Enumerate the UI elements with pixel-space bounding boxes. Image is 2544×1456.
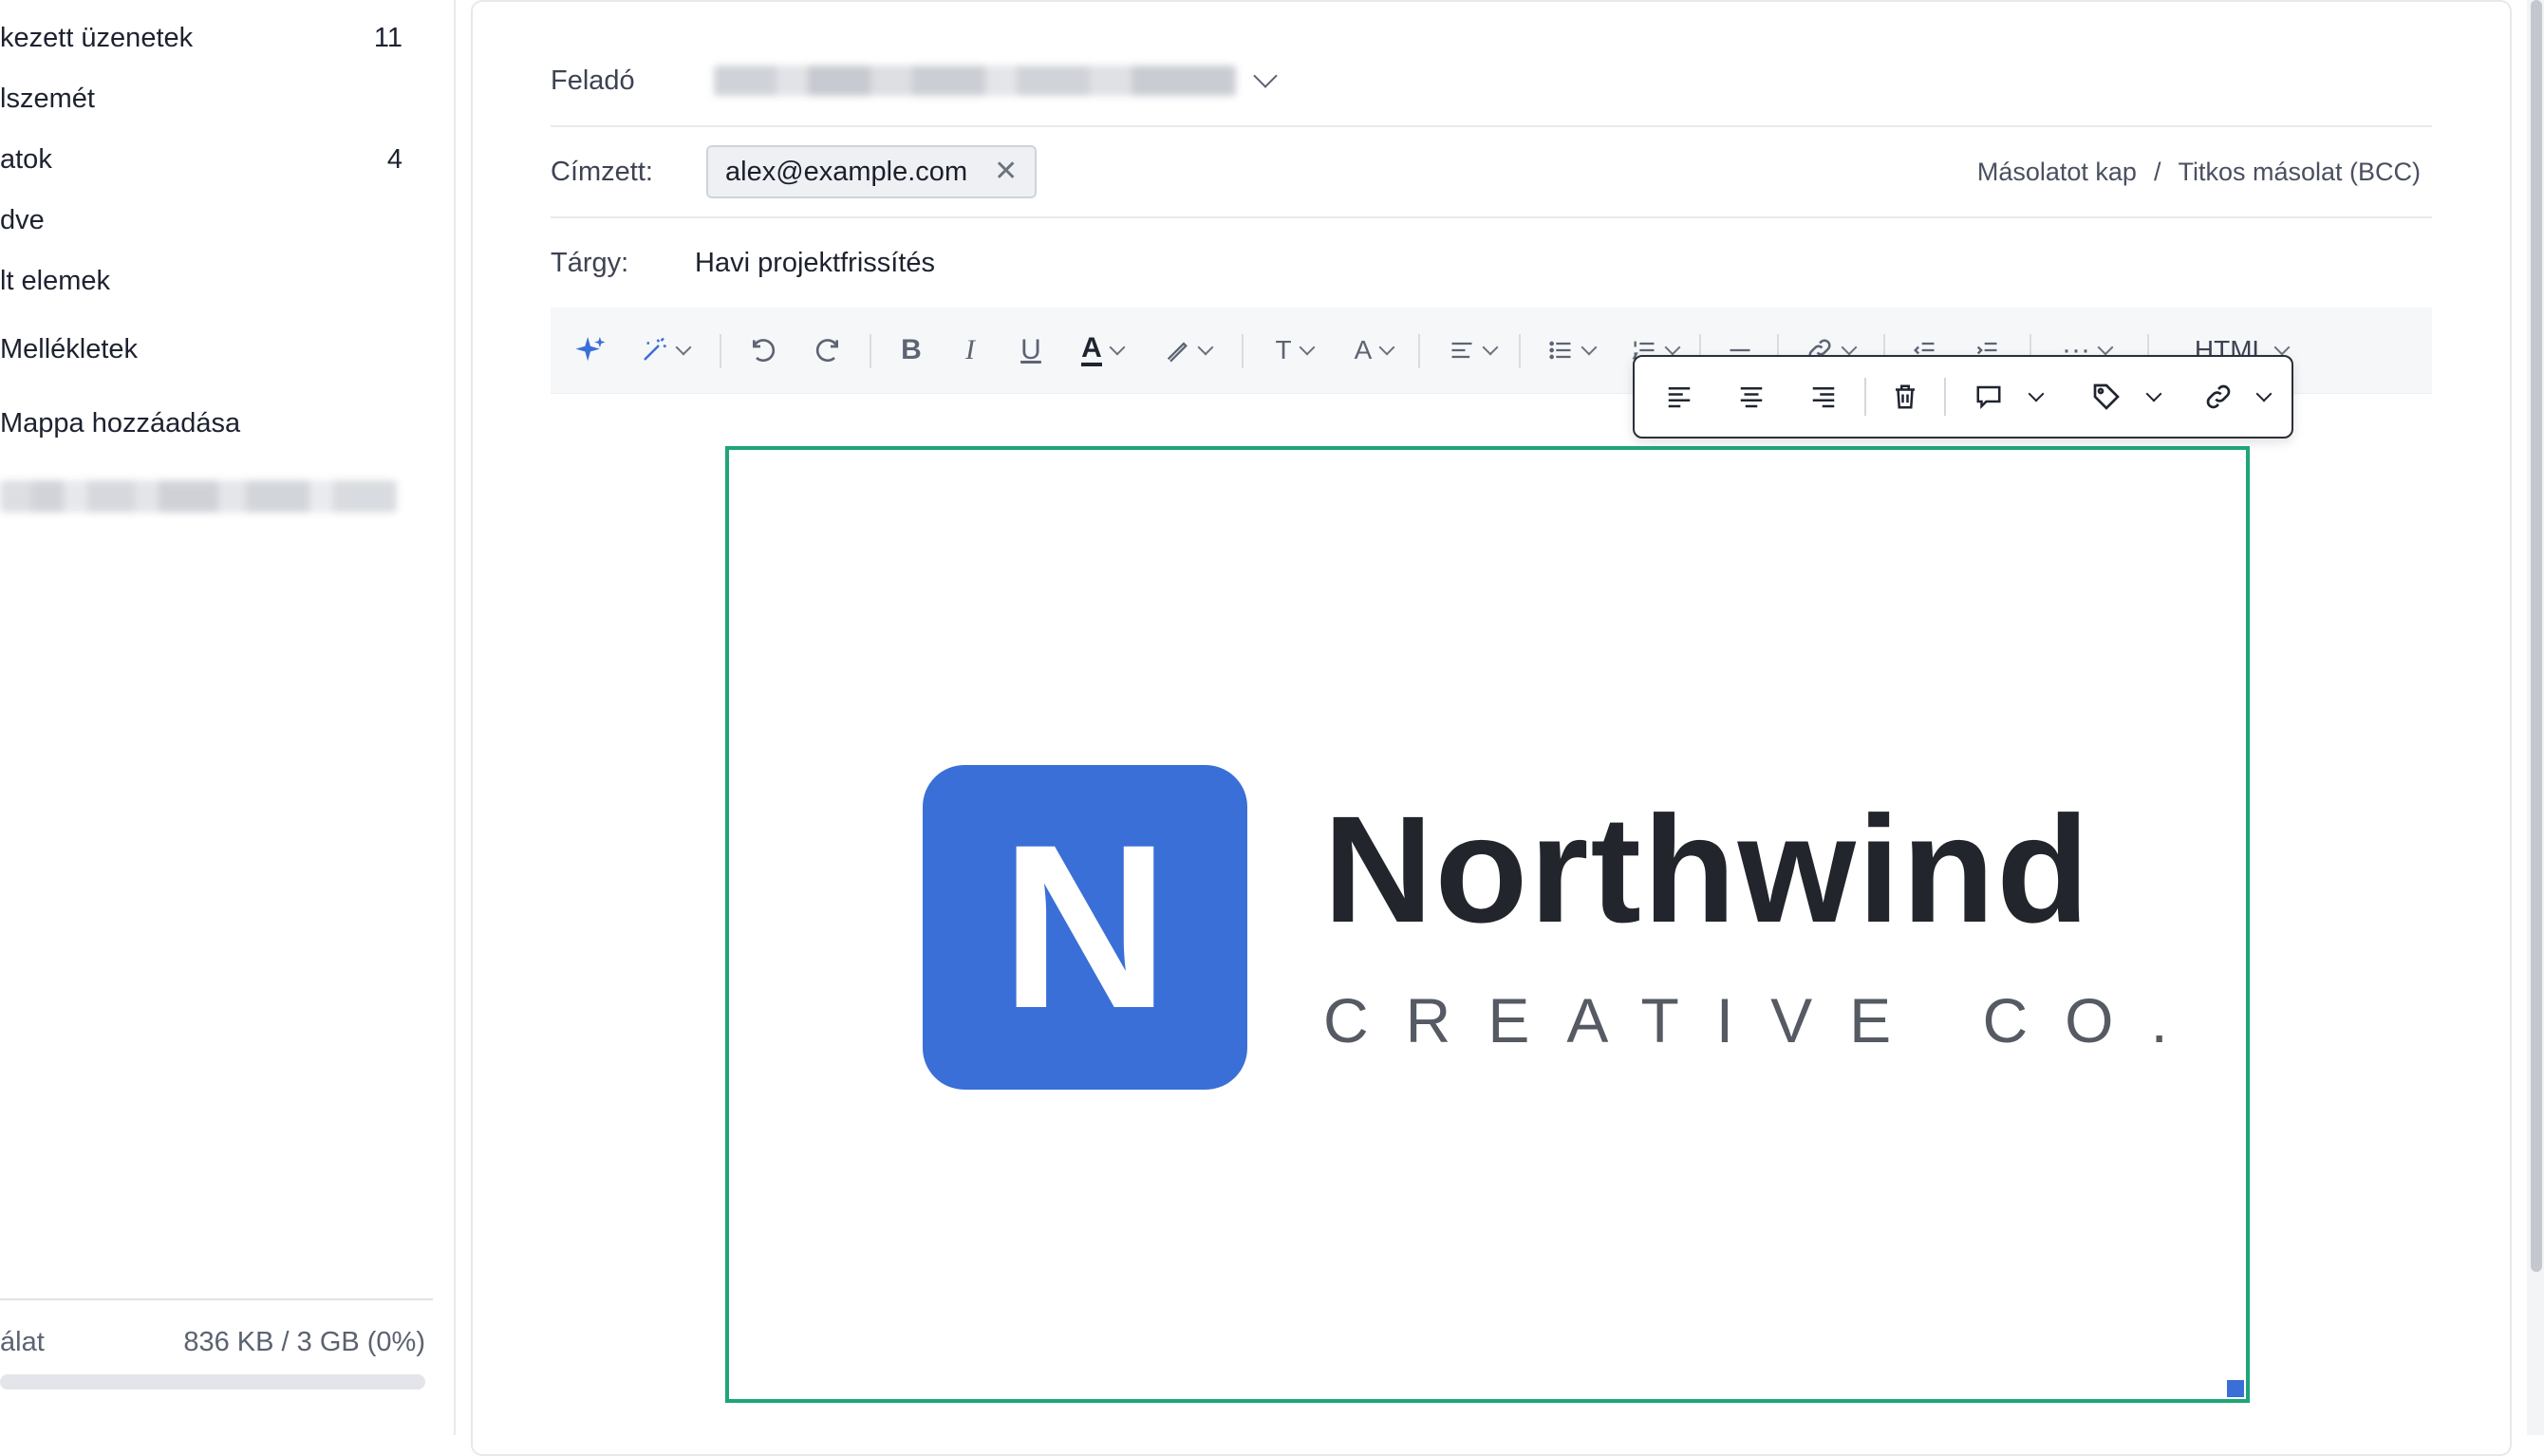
brand-name: Northwind: [1323, 784, 2091, 954]
chevron-down-icon: [1841, 339, 1858, 356]
sidebar-item-label: kezett üzenetek: [0, 22, 194, 53]
sidebar-item-label: Mellékletek: [0, 333, 139, 364]
toolbar-separator: [1418, 334, 1420, 368]
chevron-down-icon: [1197, 339, 1214, 356]
image-context-toolbar: [1633, 355, 2293, 439]
highlight-icon[interactable]: [1158, 308, 1217, 393]
to-label: Címzett:: [551, 156, 653, 187]
logo-letter: N: [1001, 796, 1169, 1057]
recipient-chip[interactable]: alex@example.com ✕: [706, 145, 1038, 198]
underline-icon[interactable]: U: [1010, 308, 1052, 393]
text-color-icon[interactable]: A: [1069, 308, 1135, 393]
recipient-email: alex@example.com: [725, 156, 968, 187]
redo-icon[interactable]: [803, 308, 851, 393]
align-center-icon[interactable]: [1720, 357, 1783, 437]
font-family-icon[interactable]: A: [1342, 308, 1405, 393]
undo-icon[interactable]: [740, 308, 788, 393]
chevron-down-icon: [2028, 385, 2045, 402]
cc-link[interactable]: Másolatot kap: [1977, 158, 2137, 187]
toolbar-separator: [1519, 334, 1521, 368]
chevron-down-icon: [1482, 339, 1499, 356]
cc-bcc-links: Másolatot kap / Titkos másolat (BCC): [1977, 158, 2421, 187]
popup-separator: [1864, 378, 1866, 416]
bold-icon[interactable]: B: [890, 308, 932, 393]
sidebar-item-label: atok: [0, 143, 52, 175]
sidebar-item-sent[interactable]: dve: [0, 192, 418, 249]
italic-icon[interactable]: I: [949, 308, 991, 393]
chevron-down-icon: [1378, 339, 1395, 356]
chevron-down-icon: [2145, 385, 2162, 402]
sidebar-item-attachments[interactable]: Mellékletek: [0, 321, 418, 378]
trash-icon[interactable]: [1874, 357, 1936, 437]
chevron-down-icon[interactable]: [1253, 64, 1278, 88]
to-row: Címzett: alex@example.com ✕ Másolatot ka…: [551, 127, 2432, 218]
chevron-down-icon: [1109, 339, 1126, 356]
bullet-list-icon[interactable]: [1538, 308, 1604, 393]
sidebar-item-inbox[interactable]: kezett üzenetek 11: [0, 9, 418, 66]
sidebar-item-label: lt elemek: [0, 265, 111, 296]
alt-text-button[interactable]: [2073, 357, 2178, 437]
align-left-icon[interactable]: [1648, 357, 1711, 437]
subject-input[interactable]: Havi projektfrissítés: [695, 248, 935, 279]
font-size-icon[interactable]: T: [1263, 308, 1325, 393]
divider: [0, 1298, 433, 1300]
sidebar-item-drafts[interactable]: atok 4: [0, 131, 418, 188]
unread-count: 11: [373, 22, 402, 53]
align-right-icon[interactable]: [1792, 357, 1855, 437]
storage-usage: 836 KB / 3 GB (0%): [183, 1327, 425, 1357]
ai-sparkle-icon[interactable]: [571, 308, 609, 393]
subject-row: Tárgy: Havi projektfrissítés: [551, 218, 2432, 309]
add-folder-button[interactable]: Mappa hozzáadása: [0, 395, 418, 452]
sidebar-item-deleted[interactable]: lt elemek: [0, 252, 418, 309]
chevron-down-icon: [675, 339, 692, 356]
from-label: Feladó: [551, 65, 635, 96]
popup-separator: [1944, 378, 1946, 416]
chevron-down-icon: [2255, 385, 2273, 402]
sidebar-item-label: Mappa hozzáadása: [0, 407, 241, 439]
toolbar-separator: [720, 334, 721, 368]
resize-handle[interactable]: [2227, 1380, 2244, 1397]
chevron-down-icon: [1581, 339, 1598, 356]
magic-wand-icon[interactable]: [630, 308, 699, 393]
from-row: Feladó: [551, 36, 2432, 127]
caption-button[interactable]: [1955, 357, 2060, 437]
storage-progress-bar: [0, 1374, 425, 1390]
scrollbar-thumb[interactable]: [2531, 0, 2542, 1272]
redacted-account[interactable]: [0, 480, 397, 513]
cc-bcc-separator: /: [2153, 157, 2161, 186]
page-scrollbar[interactable]: [2527, 0, 2544, 1435]
brand-logo-mark: N: [923, 765, 1247, 1090]
chevron-down-icon: [2097, 339, 2114, 356]
subject-label: Tárgy:: [551, 247, 629, 278]
toolbar-separator: [870, 334, 871, 368]
sidebar-item-spam[interactable]: lszemét: [0, 70, 418, 127]
draft-count: 4: [386, 143, 402, 175]
folder-sidebar: kezett üzenetek 11 lszemét atok 4 dve lt…: [0, 0, 456, 1435]
sidebar-item-label: lszemét: [0, 83, 95, 114]
selected-inline-image[interactable]: N Northwind CREATIVE CO.: [725, 446, 2250, 1403]
chevron-down-icon: [2273, 339, 2291, 356]
brand-tagline: CREATIVE CO.: [1323, 985, 2205, 1055]
chevron-down-icon: [1299, 339, 1316, 356]
align-icon[interactable]: [1439, 308, 1506, 393]
close-icon[interactable]: ✕: [994, 158, 1018, 186]
sidebar-item-label: dve: [0, 204, 45, 235]
chevron-down-icon: [1664, 339, 1681, 356]
bcc-link[interactable]: Titkos másolat (BCC): [2178, 158, 2421, 187]
image-link-button[interactable]: [2191, 357, 2282, 437]
toolbar-separator: [1242, 334, 1244, 368]
from-address-redacted[interactable]: [714, 65, 1236, 96]
storage-label: álat: [0, 1327, 45, 1357]
